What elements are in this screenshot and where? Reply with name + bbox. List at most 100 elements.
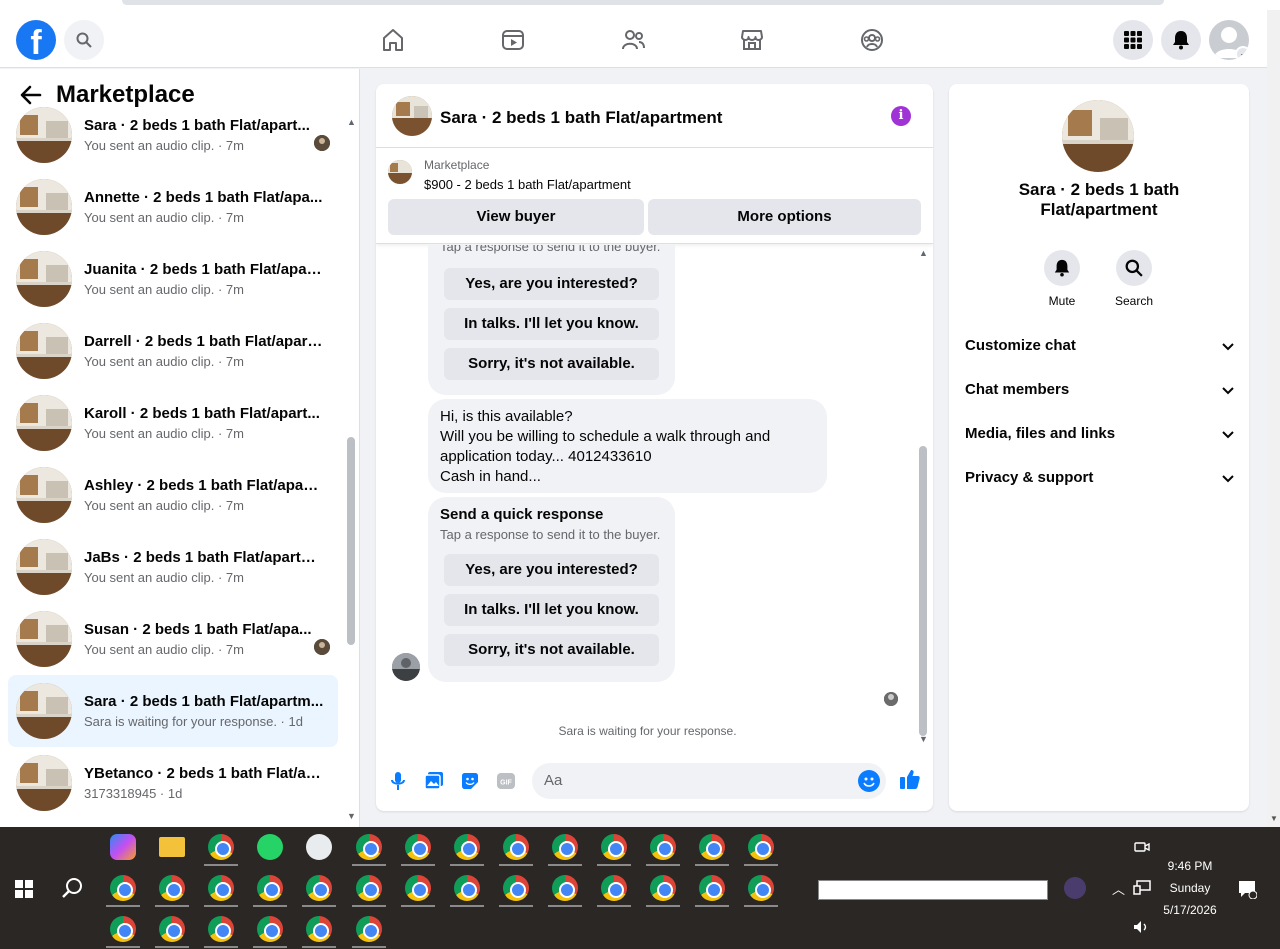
conversation-item[interactable]: Darrell · 2 beds 1 bath Flat/apart... You… — [8, 315, 338, 387]
conversation-item[interactable]: Juanita · 2 beds 1 bath Flat/apar... You … — [8, 243, 338, 315]
chrome-taskbar-icon[interactable] — [699, 834, 725, 860]
taskbar-search-box[interactable] — [818, 880, 1048, 900]
chrome-taskbar-icon[interactable] — [257, 875, 283, 901]
chrome-taskbar-icon[interactable] — [159, 875, 185, 901]
chrome-taskbar-icon[interactable] — [356, 916, 382, 942]
more-options-button[interactable]: More options — [648, 199, 921, 235]
chrome-taskbar-icon[interactable] — [306, 916, 332, 942]
chat-members-section[interactable]: Chat members — [965, 381, 1235, 405]
listing-thumbnail[interactable] — [392, 96, 432, 136]
mute-button[interactable]: Mute — [1032, 250, 1092, 308]
chrome-taskbar-icon[interactable] — [601, 875, 627, 901]
search-chat-button[interactable]: Search — [1104, 250, 1164, 308]
gif-icon[interactable]: GIF — [495, 770, 517, 792]
chrome-taskbar-icon[interactable] — [650, 875, 676, 901]
chrome-taskbar-icon[interactable] — [356, 875, 382, 901]
scroll-down-arrow[interactable]: ▼ — [919, 734, 928, 744]
conversation-item[interactable]: Sara · 2 beds 1 bath Flat/apart... You se… — [8, 99, 338, 171]
chrome-taskbar-icon[interactable] — [552, 875, 578, 901]
chrome-taskbar-icon[interactable] — [503, 834, 529, 860]
chrome-taskbar-icon[interactable] — [552, 834, 578, 860]
copilot-icon[interactable] — [110, 834, 136, 860]
quick-reply-button[interactable]: Sorry, it's not available. — [444, 348, 659, 380]
microphone-icon[interactable] — [387, 770, 409, 792]
conversation-item[interactable]: YBetanco · 2 beds 1 bath Flat/ap... 31733… — [8, 747, 338, 819]
chrome-taskbar-icon[interactable] — [110, 875, 136, 901]
sidebar-scrollbar[interactable]: ▲ ▼ — [345, 117, 357, 827]
chevron-up-icon[interactable]: ︿ — [1112, 879, 1125, 898]
search-button[interactable] — [64, 20, 104, 60]
quick-reply-button[interactable]: Yes, are you interested? — [444, 268, 659, 300]
clock-time[interactable]: 9:46 PM — [1150, 859, 1230, 873]
chrome-taskbar-icon[interactable] — [454, 834, 480, 860]
scroll-up-arrow[interactable]: ▲ — [347, 117, 356, 127]
chrome-taskbar-icon[interactable] — [208, 875, 234, 901]
chrome-taskbar-icon[interactable] — [748, 834, 774, 860]
chat-scrollbar[interactable]: ▲ ▼ — [917, 248, 929, 746]
menu-grid-icon[interactable] — [1113, 20, 1153, 60]
pawn-app-icon[interactable] — [1064, 877, 1086, 899]
privacy-support-section[interactable]: Privacy & support — [965, 469, 1235, 493]
page-scrollbar[interactable]: ▼ — [1267, 10, 1280, 827]
video-icon[interactable] — [497, 24, 529, 56]
customize-chat-section[interactable]: Customize chat — [965, 337, 1235, 361]
scroll-up-arrow[interactable]: ▲ — [919, 248, 928, 258]
marketplace-icon[interactable] — [736, 24, 768, 56]
scroll-down-arrow[interactable]: ▼ — [347, 811, 356, 821]
listing-large-thumbnail[interactable] — [1062, 100, 1134, 172]
chrome-taskbar-icon[interactable] — [110, 916, 136, 942]
quick-reply-button[interactable]: Sorry, it's not available. — [444, 634, 659, 666]
whatsapp-icon[interactable] — [257, 834, 283, 860]
chrome-taskbar-icon[interactable] — [159, 916, 185, 942]
buyer-avatar[interactable] — [392, 653, 420, 681]
clock-date[interactable]: 5/17/2026 — [1150, 903, 1230, 917]
quick-reply-button[interactable]: Yes, are you interested? — [444, 554, 659, 586]
conversation-item[interactable]: Ashley · 2 beds 1 bath Flat/apart... You … — [8, 459, 338, 531]
file-explorer-icon[interactable] — [159, 837, 185, 857]
chrome-taskbar-icon[interactable] — [601, 834, 627, 860]
address-bar[interactable] — [122, 0, 1164, 5]
conversation-item[interactable]: JaBs · 2 beds 1 bath Flat/apartm... You s… — [8, 531, 338, 603]
windows-start-icon[interactable] — [15, 880, 33, 898]
chrome-taskbar-icon[interactable] — [454, 875, 480, 901]
bell-icon[interactable] — [1161, 20, 1201, 60]
chrome-taskbar-icon[interactable] — [356, 834, 382, 860]
info-icon[interactable]: i — [891, 106, 911, 126]
volume-icon[interactable] — [1133, 920, 1151, 934]
listing-price[interactable]: $900 - 2 beds 1 bath Flat/apartment — [424, 177, 631, 192]
profile-avatar[interactable]: ⌄ — [1209, 20, 1249, 60]
view-buyer-button[interactable]: View buyer — [388, 199, 644, 235]
conversation-item[interactable]: Annette · 2 beds 1 bath Flat/apa... You s… — [8, 171, 338, 243]
groups-icon[interactable] — [856, 24, 888, 56]
emoji-icon[interactable] — [858, 770, 880, 792]
chrome-taskbar-icon[interactable] — [306, 875, 332, 901]
clock-day[interactable]: Sunday — [1150, 881, 1230, 895]
chrome-taskbar-icon[interactable] — [650, 834, 676, 860]
scroll-thumb[interactable] — [919, 446, 927, 736]
facebook-logo[interactable]: f — [16, 20, 56, 60]
scroll-thumb[interactable] — [347, 437, 355, 645]
media-files-section[interactable]: Media, files and links — [965, 425, 1235, 449]
chrome-taskbar-icon[interactable] — [405, 875, 431, 901]
quick-reply-button[interactable]: In talks. I'll let you know. — [444, 308, 659, 340]
network-icon[interactable] — [1133, 880, 1151, 896]
photo-icon[interactable] — [423, 770, 445, 792]
notification-center-icon[interactable] — [1237, 879, 1257, 899]
conversation-item[interactable]: Susan · 2 beds 1 bath Flat/apa... You sen… — [8, 603, 338, 675]
sticker-icon[interactable] — [459, 770, 481, 792]
chrome-taskbar-icon[interactable] — [257, 916, 283, 942]
message-input[interactable]: Aa — [532, 763, 886, 799]
friends-icon[interactable] — [617, 24, 649, 56]
chrome-taskbar-icon[interactable] — [405, 834, 431, 860]
listing-mini-thumbnail[interactable] — [388, 160, 412, 184]
chrome-taskbar-icon[interactable] — [748, 875, 774, 901]
quick-reply-button[interactable]: In talks. I'll let you know. — [444, 594, 659, 626]
scroll-down-arrow[interactable]: ▼ — [1270, 814, 1278, 823]
chrome-taskbar-icon[interactable] — [503, 875, 529, 901]
taskbar-search-icon[interactable] — [61, 877, 83, 899]
like-icon[interactable] — [899, 768, 921, 790]
conversation-item[interactable]: Sara · 2 beds 1 bath Flat/apartm... Sara … — [8, 675, 338, 747]
home-icon[interactable] — [377, 24, 409, 56]
paint-icon[interactable] — [306, 834, 332, 860]
meet-now-icon[interactable] — [1134, 839, 1150, 855]
